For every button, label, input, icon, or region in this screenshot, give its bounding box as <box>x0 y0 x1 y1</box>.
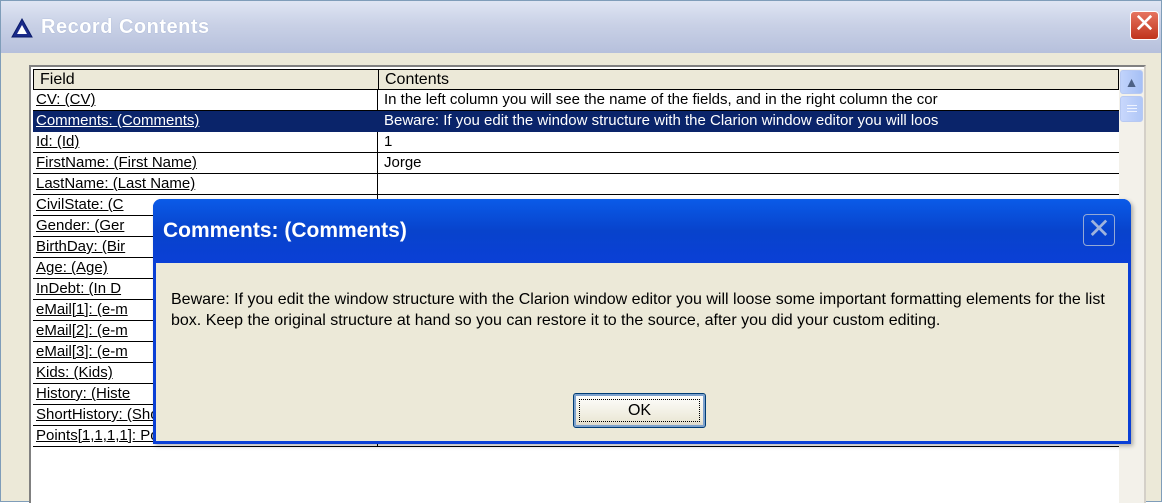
field-cell: FirstName: (First Name) <box>33 153 378 174</box>
table-row[interactable]: Comments: (Comments) Beware: If you edit … <box>33 111 1119 132</box>
dialog-title-bar[interactable]: Comments: (Comments) ✕ <box>153 199 1131 263</box>
record-contents-window: Record Contents ✕ Field Contents CV: (CV… <box>0 0 1162 503</box>
delta-icon <box>11 17 33 38</box>
focus-rectangle <box>579 399 700 422</box>
column-header-field[interactable]: Field <box>33 69 379 90</box>
title-bar[interactable]: Record Contents ✕ <box>1 1 1161 53</box>
field-cell: LastName: (Last Name) <box>33 174 378 195</box>
field-cell: Id: (Id) <box>33 132 378 153</box>
column-header-contents[interactable]: Contents <box>378 69 1119 90</box>
window-title: Record Contents <box>41 16 210 38</box>
table-row[interactable]: FirstName: (First Name) Jorge <box>33 153 1119 174</box>
contents-cell: Beware: If you edit the window structure… <box>378 111 1119 132</box>
field-cell: CV: (CV) <box>33 90 378 111</box>
contents-cell: 1 <box>378 132 1119 153</box>
table-row[interactable]: Id: (Id) 1 <box>33 132 1119 153</box>
contents-cell <box>378 174 1119 195</box>
ok-button[interactable]: OK <box>573 393 706 428</box>
list-header: Field Contents <box>33 69 1119 90</box>
comments-dialog: Comments: (Comments) ✕ Beware: If you ed… <box>153 199 1131 444</box>
dialog-close-button[interactable]: ✕ <box>1083 214 1115 246</box>
dialog-title: Comments: (Comments) <box>163 219 407 242</box>
scroll-thumb[interactable] <box>1120 96 1143 122</box>
scroll-up-arrow-icon[interactable]: ▲ <box>1120 70 1143 94</box>
table-row[interactable]: CV: (CV) In the left column you will see … <box>33 90 1119 111</box>
field-cell: Comments: (Comments) <box>33 111 378 132</box>
window-close-button[interactable]: ✕ <box>1130 11 1159 40</box>
contents-cell: Jorge <box>378 153 1119 174</box>
dialog-message: Beware: If you edit the window structure… <box>171 291 1105 329</box>
contents-cell: In the left column you will see the name… <box>378 90 1119 111</box>
table-row[interactable]: LastName: (Last Name) <box>33 174 1119 195</box>
